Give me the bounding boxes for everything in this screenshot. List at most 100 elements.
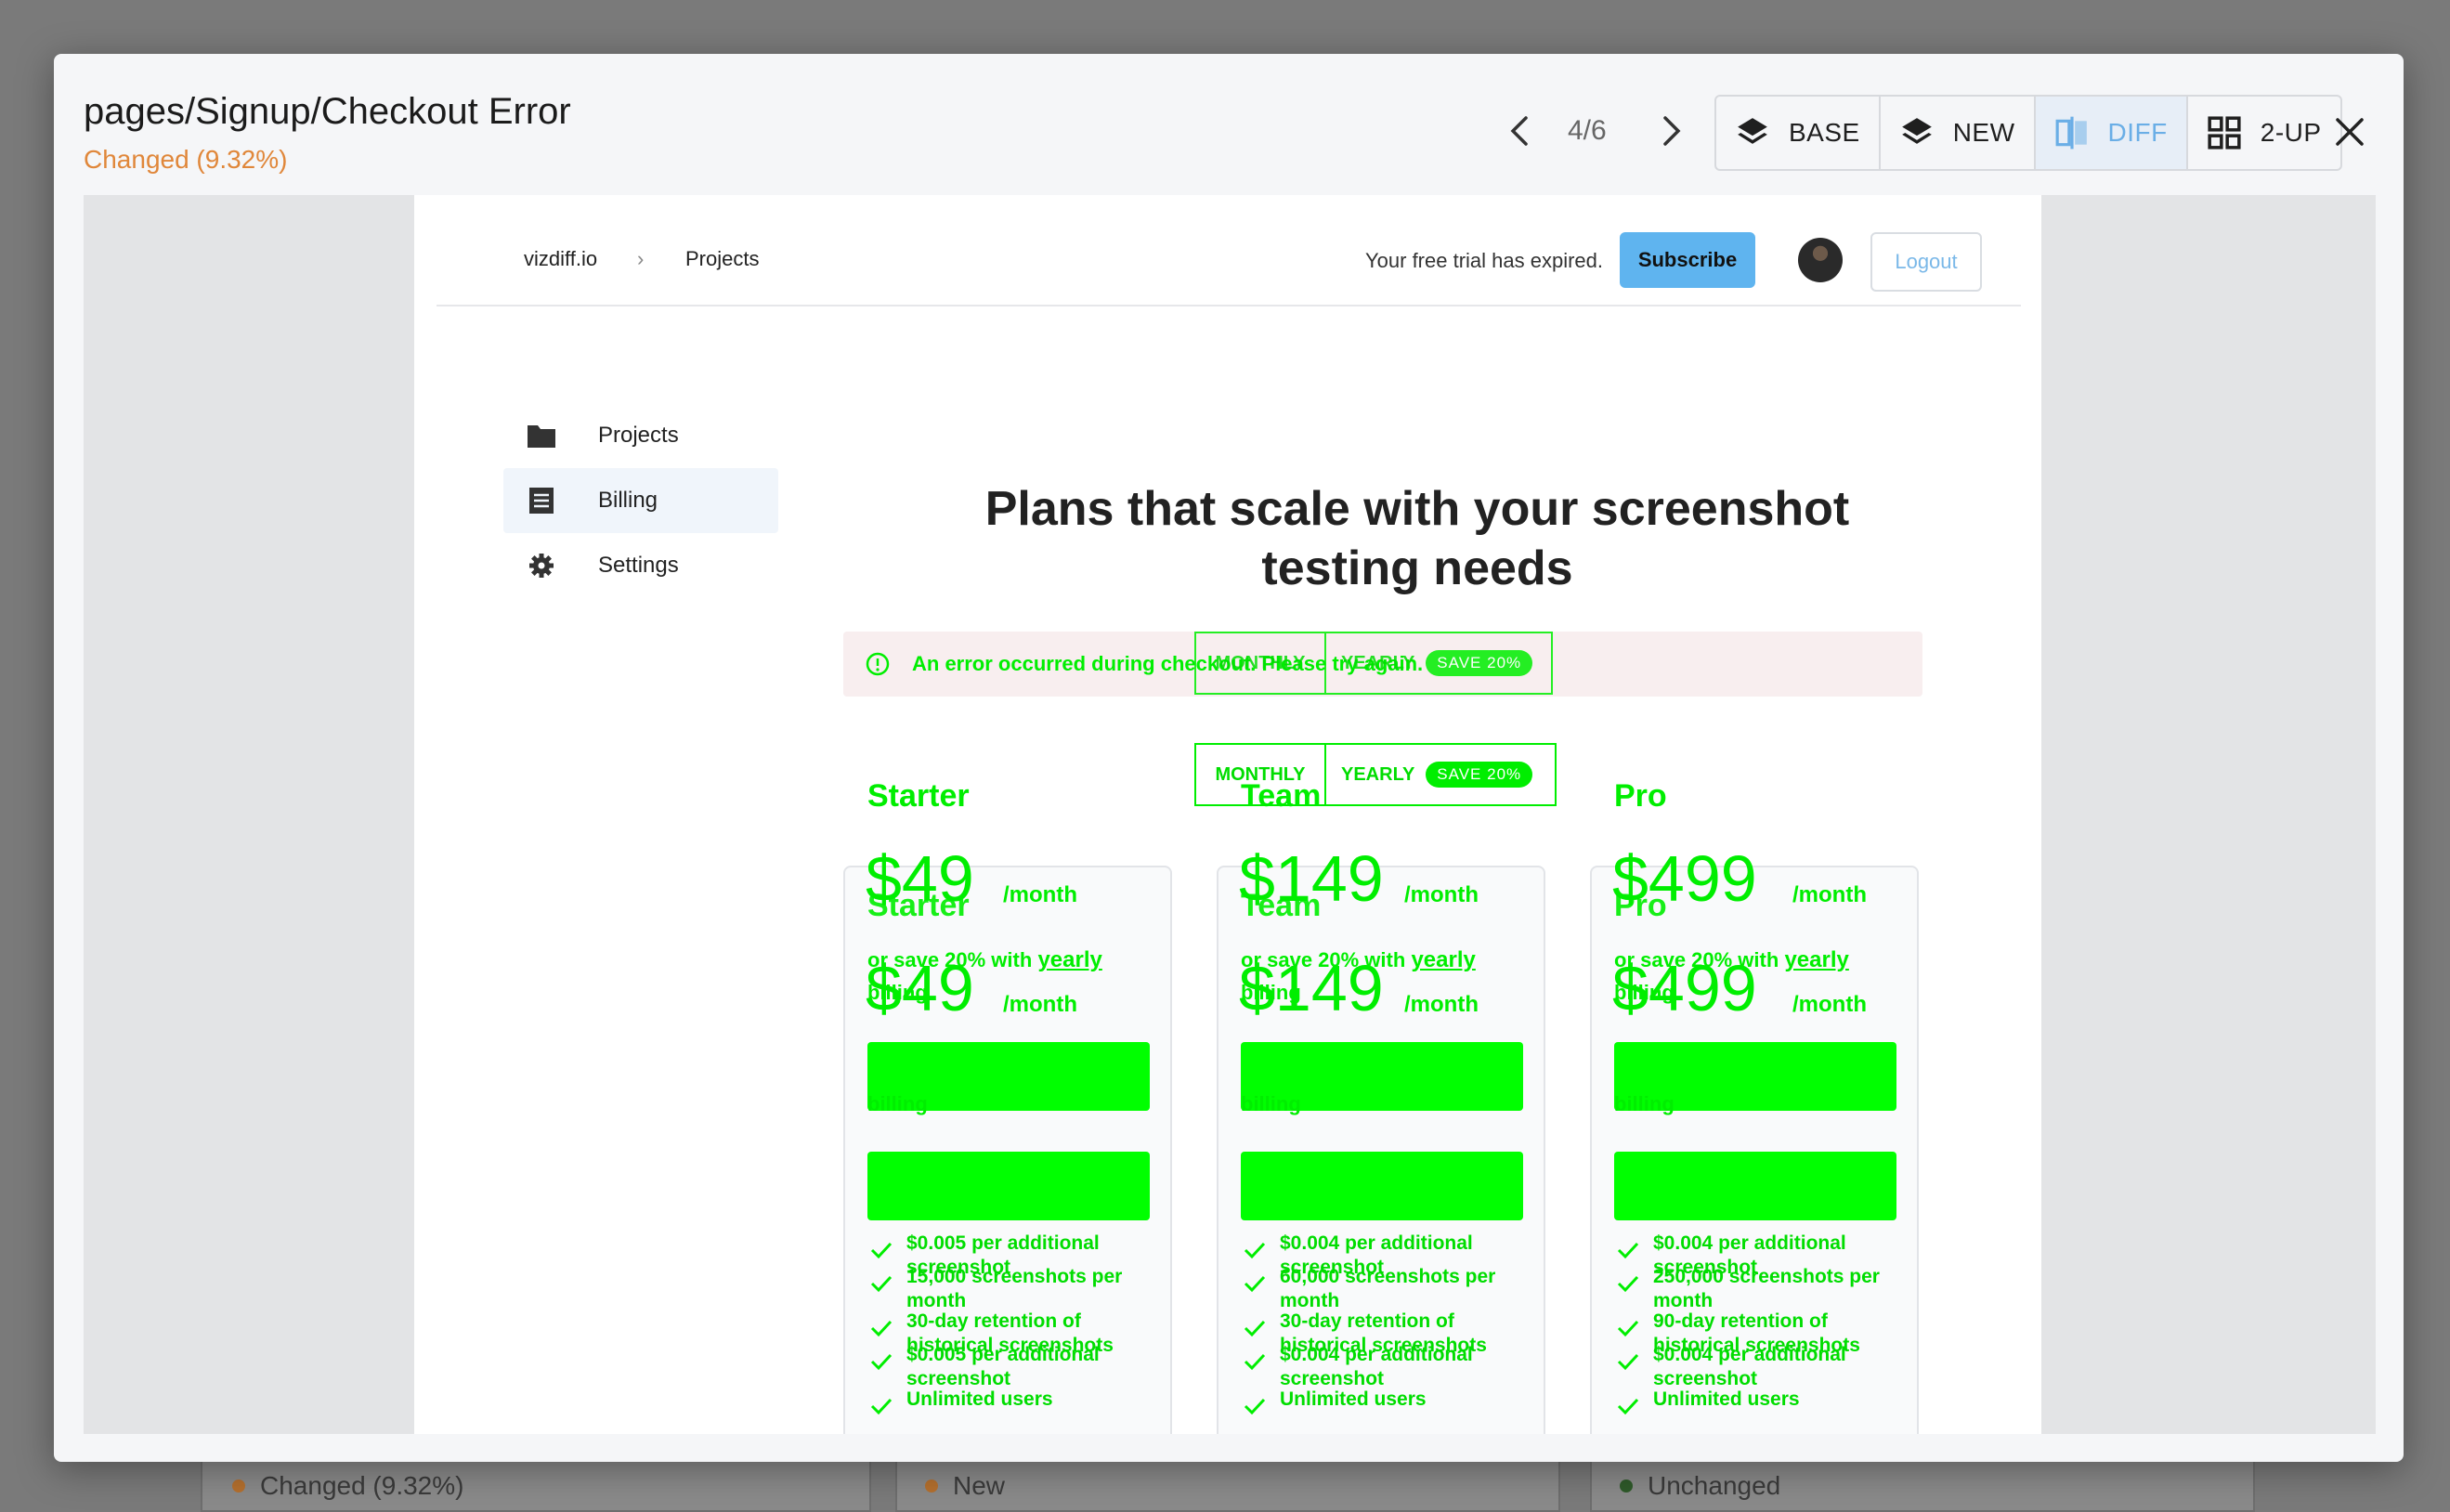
sidebar-item-projects[interactable]: Projects (503, 403, 778, 468)
save-badge: SAVE 20% (1426, 762, 1533, 788)
gear-icon (526, 550, 557, 581)
page-heading-line-1: Plans that scale with your screenshot (984, 482, 1850, 536)
plan-name: Starter (867, 778, 970, 814)
yearly-option[interactable]: YEARLY SAVE 20% (1326, 633, 1542, 693)
next-button[interactable] (1648, 108, 1694, 154)
plan-feature: 60,000 screenshots per month (1280, 1266, 1496, 1311)
breadcrumb-projects[interactable]: Projects (685, 247, 759, 271)
app-header: vizdiff.io › Projects Your free trial ha… (437, 195, 2021, 306)
yearly-note: or save 20% with yearly (1614, 947, 1849, 973)
plan-period-ghost: /month (1792, 992, 1867, 1017)
check-icon (1244, 1398, 1266, 1415)
status-label: Unchanged (1648, 1471, 1781, 1500)
plan-period: /month (1404, 882, 1479, 907)
plan-cta-button-ghost[interactable] (867, 1152, 1150, 1220)
plan-price: $49 (866, 842, 974, 915)
yearly-option[interactable]: YEARLY SAVE 20% (1326, 745, 1542, 804)
background-status-new: New (925, 1471, 1005, 1501)
plan-name: Pro (1614, 778, 1667, 814)
folder-icon (526, 420, 557, 451)
plan-feature: $0.005 per additional screenshot (906, 1344, 1100, 1389)
note-text: or save 20% with (1614, 948, 1779, 971)
breadcrumb-separator: › (637, 247, 645, 270)
brand-link[interactable]: vizdiff.io (524, 247, 597, 271)
plan-period: /month (1003, 882, 1077, 907)
yearly-note: or save 20% with yearly (867, 947, 1102, 973)
plan-feature: $0.004 per additional screenshot (1653, 1344, 1846, 1389)
trial-message: Your free trial has expired. (1365, 249, 1603, 272)
view-base-button[interactable]: BASE (1716, 97, 1881, 169)
view-diff-button[interactable]: DIFF (2035, 97, 2188, 169)
view-2up-button[interactable]: 2-UP (2188, 97, 2340, 169)
diff-modal: pages/Signup/Checkout Error Changed (9.3… (54, 54, 2404, 1462)
check-icon (870, 1242, 893, 1259)
subscribe-button[interactable]: Subscribe (1620, 232, 1755, 288)
status-dot (1620, 1479, 1633, 1492)
background-status-changed: Changed (9.32%) (232, 1471, 463, 1501)
sidebar-item-label: Settings (598, 553, 679, 578)
diff-viewer[interactable]: vizdiff.io › Projects Your free trial ha… (84, 195, 2376, 1434)
check-icon (1617, 1320, 1639, 1337)
background-status-unchanged: Unchanged (1620, 1471, 1780, 1501)
sidebar-item-label: Projects (598, 423, 679, 448)
check-icon (1244, 1275, 1266, 1293)
close-button[interactable] (2322, 104, 2378, 160)
view-new-label: NEW (1952, 118, 2015, 147)
note-tail: billing (867, 981, 928, 1004)
view-diff-label: DIFF (2107, 118, 2168, 147)
plan-feature: Unlimited users (1653, 1388, 1800, 1410)
plan-feature: Unlimited users (1280, 1388, 1427, 1410)
status-dot (925, 1479, 938, 1492)
billing-period-toggle-ghost: MONTHLY YEARLY SAVE 20% (1194, 632, 1553, 695)
monthly-option[interactable]: MONTHLY (1196, 633, 1326, 693)
plan-feature: $0.004 per additional screenshot (1280, 1344, 1473, 1389)
note-text: or save 20% with (867, 948, 1033, 971)
receipt-icon (526, 485, 557, 516)
yearly-link[interactable]: yearly (1784, 947, 1848, 972)
modal-title: pages/Signup/Checkout Error (84, 91, 571, 132)
check-icon (1617, 1398, 1639, 1415)
yearly-note: or save 20% with yearly (1241, 947, 1476, 973)
plan-period: /month (1792, 882, 1867, 907)
alert-circle-icon (866, 652, 890, 676)
change-status: Changed (9.32%) (84, 145, 288, 174)
page-heading: Plans that scale with your screenshot te… (860, 479, 1974, 598)
yearly-link[interactable]: yearly (1037, 947, 1101, 972)
plan-price: $149 (1239, 842, 1384, 915)
note-tail: billing (1241, 981, 1301, 1004)
check-icon (1617, 1275, 1639, 1293)
plan-cta-button-ghost[interactable] (1614, 1152, 1896, 1220)
check-icon (870, 1398, 893, 1415)
logout-button[interactable]: Logout (1870, 232, 1982, 292)
layers-icon (1901, 118, 1932, 144)
view-2up-label: 2-UP (2260, 118, 2322, 147)
note-tail-ghost: billing (1614, 1092, 1675, 1115)
plan-cta-button-ghost[interactable] (1241, 1152, 1523, 1220)
note-tail-ghost: billing (867, 1092, 928, 1115)
yearly-label: YEARLY (1341, 652, 1415, 673)
status-dot (232, 1479, 245, 1492)
sidebar-item-label: Billing (598, 488, 658, 513)
status-label: Changed (9.32%) (260, 1471, 464, 1500)
check-icon (870, 1275, 893, 1293)
page-counter: 4/6 (1568, 115, 1607, 146)
check-icon (1617, 1242, 1639, 1259)
yearly-link[interactable]: yearly (1411, 947, 1475, 972)
view-new-button[interactable]: NEW (1881, 97, 2036, 169)
plan-period-ghost: /month (1404, 992, 1479, 1017)
check-icon (870, 1353, 893, 1371)
sidebar-item-billing[interactable]: Billing (503, 468, 778, 533)
check-icon (1244, 1320, 1266, 1337)
plan-feature: 15,000 screenshots per month (906, 1266, 1123, 1311)
previous-button[interactable] (1497, 108, 1544, 154)
yearly-label: YEARLY (1341, 763, 1415, 785)
view-mode-switcher: BASE NEW DIFF 2-UP (1714, 95, 2342, 171)
check-icon (1244, 1353, 1266, 1371)
check-icon (870, 1320, 893, 1337)
view-base-label: BASE (1789, 118, 1860, 147)
check-icon (1617, 1353, 1639, 1371)
screenshot-page: vizdiff.io › Projects Your free trial ha… (414, 195, 2041, 1434)
sidebar-item-settings[interactable]: Settings (503, 533, 778, 598)
note-tail-ghost: billing (1241, 1092, 1301, 1115)
avatar[interactable] (1798, 238, 1843, 282)
